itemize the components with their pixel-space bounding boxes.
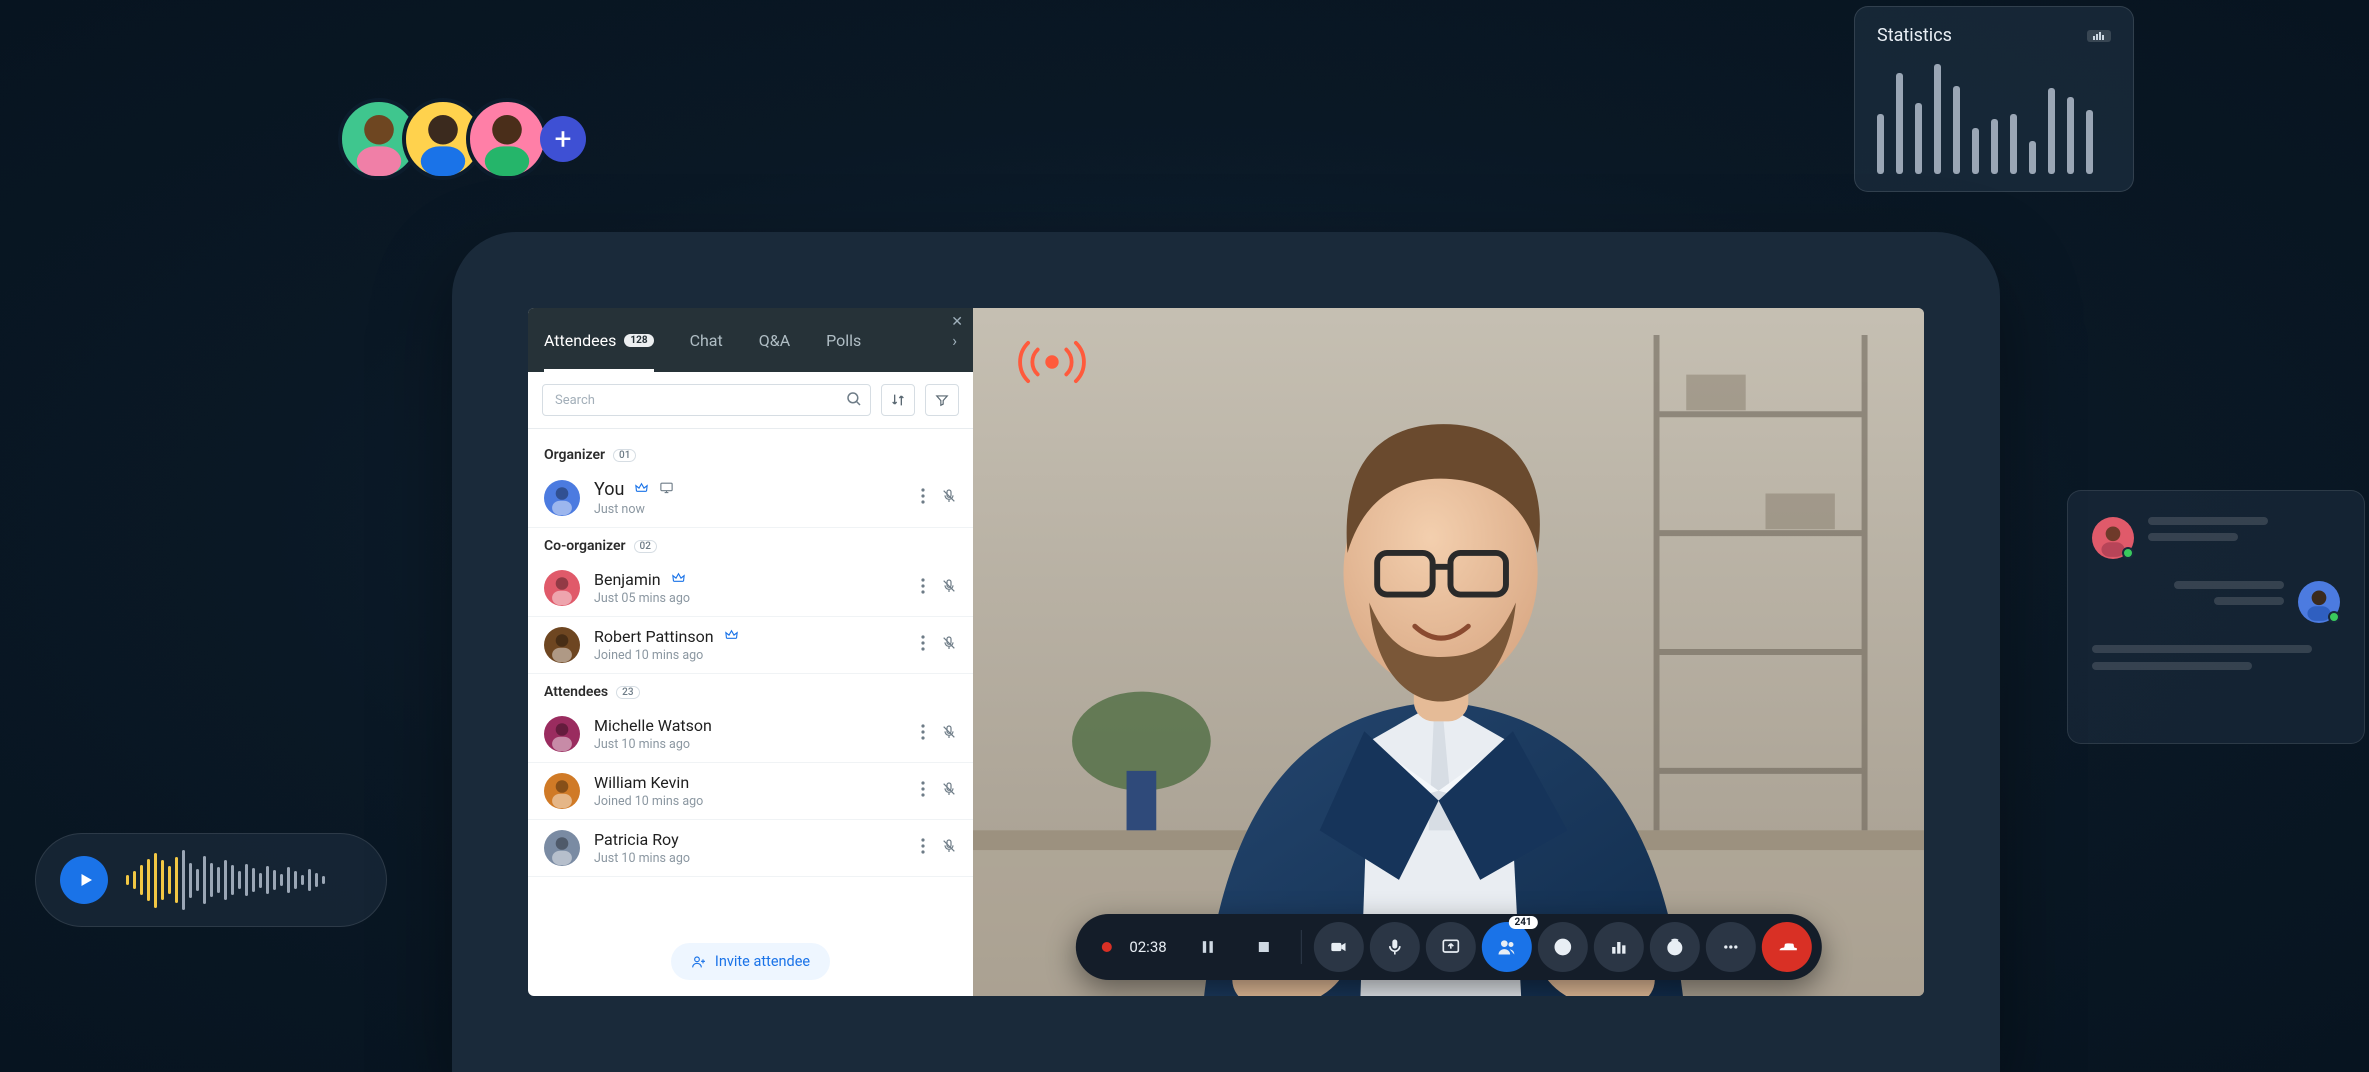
mic-off-icon[interactable] bbox=[941, 488, 957, 508]
tab-polls[interactable]: Polls bbox=[826, 308, 861, 372]
chat-avatar bbox=[2298, 581, 2340, 623]
camera-button[interactable] bbox=[1314, 922, 1364, 972]
play-button[interactable] bbox=[60, 856, 108, 904]
attendee-name: Michelle Watson bbox=[594, 716, 712, 735]
tab-label: Chat bbox=[690, 331, 723, 350]
tab-label: Q&A bbox=[759, 331, 790, 350]
chat-row bbox=[2092, 517, 2340, 559]
attendee-sub: Joined 10 mins ago bbox=[594, 794, 921, 809]
avatar-stack: + bbox=[338, 98, 586, 180]
audio-player-card bbox=[35, 833, 387, 927]
microphone-button[interactable] bbox=[1370, 922, 1420, 972]
attendee-name: Benjamin bbox=[594, 570, 661, 589]
attendee-row[interactable]: Patricia Roy Just 10 mins ago bbox=[528, 820, 973, 877]
crown-icon bbox=[671, 570, 686, 589]
attendee-sub: Just 05 mins ago bbox=[594, 591, 921, 606]
add-avatar-button[interactable]: + bbox=[540, 116, 586, 162]
filter-button[interactable] bbox=[925, 384, 959, 416]
statistics-title: Statistics bbox=[1877, 25, 1952, 46]
mic-off-icon[interactable] bbox=[941, 838, 957, 858]
attendee-row[interactable]: You Just now bbox=[528, 469, 973, 528]
row-menu-button[interactable] bbox=[921, 838, 925, 858]
attendee-row[interactable]: Benjamin Just 05 mins ago bbox=[528, 560, 973, 617]
attendee-name: William Kevin bbox=[594, 773, 689, 792]
chat-avatar bbox=[2092, 517, 2134, 559]
tab-bar: ✕ Attendees 128 Chat Q&A Polls › bbox=[528, 308, 973, 372]
tab-attendees[interactable]: Attendees 128 bbox=[544, 308, 654, 372]
control-bar: 02:38 241 bbox=[1075, 914, 1821, 980]
section-header: Organizer01 bbox=[528, 437, 973, 469]
section-header: Attendees23 bbox=[528, 674, 973, 706]
attendee-row[interactable]: Michelle Watson Just 10 mins ago bbox=[528, 706, 973, 763]
live-indicator-icon bbox=[1009, 338, 1095, 390]
pause-button[interactable] bbox=[1183, 922, 1233, 972]
participants-count: 241 bbox=[1508, 916, 1537, 929]
attendee-avatar bbox=[544, 480, 580, 516]
waveform bbox=[126, 855, 325, 905]
attendee-name: Robert Pattinson bbox=[594, 627, 714, 646]
chat-row bbox=[2092, 645, 2340, 670]
tab-count: 128 bbox=[624, 334, 653, 347]
row-menu-button[interactable] bbox=[921, 635, 925, 655]
stop-button[interactable] bbox=[1239, 922, 1289, 972]
attendee-avatar bbox=[544, 830, 580, 866]
section-header: Co-organizer02 bbox=[528, 528, 973, 560]
attendee-avatar bbox=[544, 716, 580, 752]
attendee-sub: Just 10 mins ago bbox=[594, 737, 921, 752]
attendee-sub: Just now bbox=[594, 502, 921, 517]
row-menu-button[interactable] bbox=[921, 578, 925, 598]
toolbar bbox=[528, 372, 973, 429]
attendee-sub: Joined 10 mins ago bbox=[594, 648, 921, 663]
more-button[interactable] bbox=[1706, 922, 1756, 972]
sidebar: ✕ Attendees 128 Chat Q&A Polls › bbox=[528, 308, 973, 996]
search-icon[interactable] bbox=[845, 390, 863, 412]
crown-icon bbox=[724, 627, 739, 646]
statistics-bars bbox=[1877, 64, 2111, 174]
mic-off-icon[interactable] bbox=[941, 781, 957, 801]
search-input[interactable] bbox=[542, 384, 871, 416]
attendee-avatar bbox=[544, 570, 580, 606]
sort-button[interactable] bbox=[881, 384, 915, 416]
row-menu-button[interactable] bbox=[921, 781, 925, 801]
chevron-right-icon[interactable]: › bbox=[952, 331, 957, 350]
attendee-list: Organizer01YouJust nowCo-organizer02Benj… bbox=[528, 429, 973, 929]
attendee-sub: Just 10 mins ago bbox=[594, 851, 921, 866]
search-wrap bbox=[542, 384, 871, 416]
row-menu-button[interactable] bbox=[921, 488, 925, 508]
help-button[interactable] bbox=[1538, 922, 1588, 972]
app-window: ✕ Attendees 128 Chat Q&A Polls › bbox=[452, 232, 2000, 1072]
attendee-name: Patricia Roy bbox=[594, 830, 679, 849]
presenter-icon bbox=[659, 480, 674, 499]
record-indicator-icon bbox=[1101, 942, 1111, 952]
attendee-avatar bbox=[544, 773, 580, 809]
attendee-row[interactable]: William Kevin Joined 10 mins ago bbox=[528, 763, 973, 820]
share-screen-button[interactable] bbox=[1426, 922, 1476, 972]
attendee-row[interactable]: Robert Pattinson Joined 10 mins ago bbox=[528, 617, 973, 674]
row-menu-button[interactable] bbox=[921, 724, 925, 744]
mic-off-icon[interactable] bbox=[941, 635, 957, 655]
tab-chat[interactable]: Chat bbox=[690, 308, 723, 372]
end-call-button[interactable] bbox=[1762, 922, 1812, 972]
mic-off-icon[interactable] bbox=[941, 578, 957, 598]
close-icon[interactable]: ✕ bbox=[951, 314, 963, 330]
tab-qa[interactable]: Q&A bbox=[759, 308, 790, 372]
attendee-avatar bbox=[544, 627, 580, 663]
invite-label: Invite attendee bbox=[715, 953, 810, 970]
video-stage: 02:38 241 bbox=[973, 308, 1924, 996]
avatar-3 bbox=[466, 98, 548, 180]
poll-button[interactable] bbox=[1594, 922, 1644, 972]
attendee-name: You bbox=[594, 479, 624, 500]
mic-off-icon[interactable] bbox=[941, 724, 957, 744]
recording-timer: 02:38 bbox=[1129, 938, 1166, 956]
reactions-button[interactable] bbox=[1650, 922, 1700, 972]
invite-attendee-button[interactable]: Invite attendee bbox=[671, 943, 830, 980]
crown-icon bbox=[634, 480, 649, 499]
chat-row bbox=[2092, 581, 2340, 623]
chat-thread-card bbox=[2067, 490, 2365, 744]
tab-label: Polls bbox=[826, 331, 861, 350]
statistics-card: Statistics bbox=[1854, 6, 2134, 192]
participants-button[interactable]: 241 bbox=[1482, 922, 1532, 972]
statistics-badge bbox=[2087, 30, 2111, 42]
tab-label: Attendees bbox=[544, 331, 616, 350]
